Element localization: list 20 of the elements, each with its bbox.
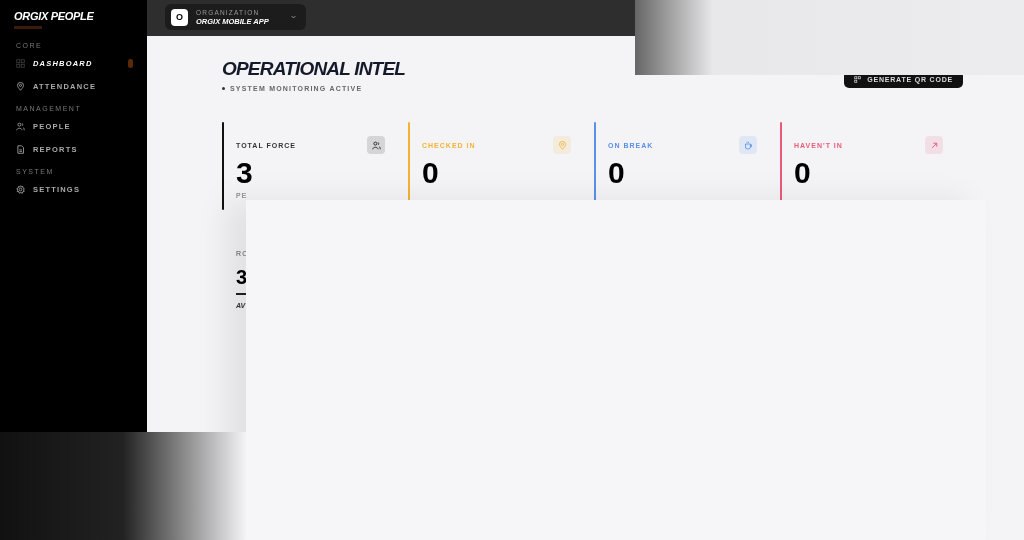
chevron-down-icon (290, 15, 296, 19)
status-dot (222, 87, 225, 90)
people-icon (16, 121, 25, 131)
stat-value: 0 (608, 158, 626, 188)
stat-value: 0 (794, 158, 812, 188)
summary-value: 3 (236, 266, 249, 289)
grid-icon (16, 58, 25, 68)
arrow-up-right-icon (925, 136, 943, 154)
qr-code-icon (854, 76, 862, 83)
settings-icon (16, 184, 25, 194)
location-pin-icon (553, 136, 571, 154)
stat-value: 0 (422, 158, 440, 188)
document-icon (16, 144, 25, 154)
cup-icon (739, 136, 757, 154)
location-pin-icon (16, 81, 25, 91)
stat-value: 3 (236, 158, 254, 188)
brand-logo: ORGIX PEOPLE (14, 10, 95, 22)
page-title: OPERATIONAL INTEL (222, 58, 406, 80)
organization-logo: O (171, 8, 188, 26)
people-icon (367, 136, 385, 154)
